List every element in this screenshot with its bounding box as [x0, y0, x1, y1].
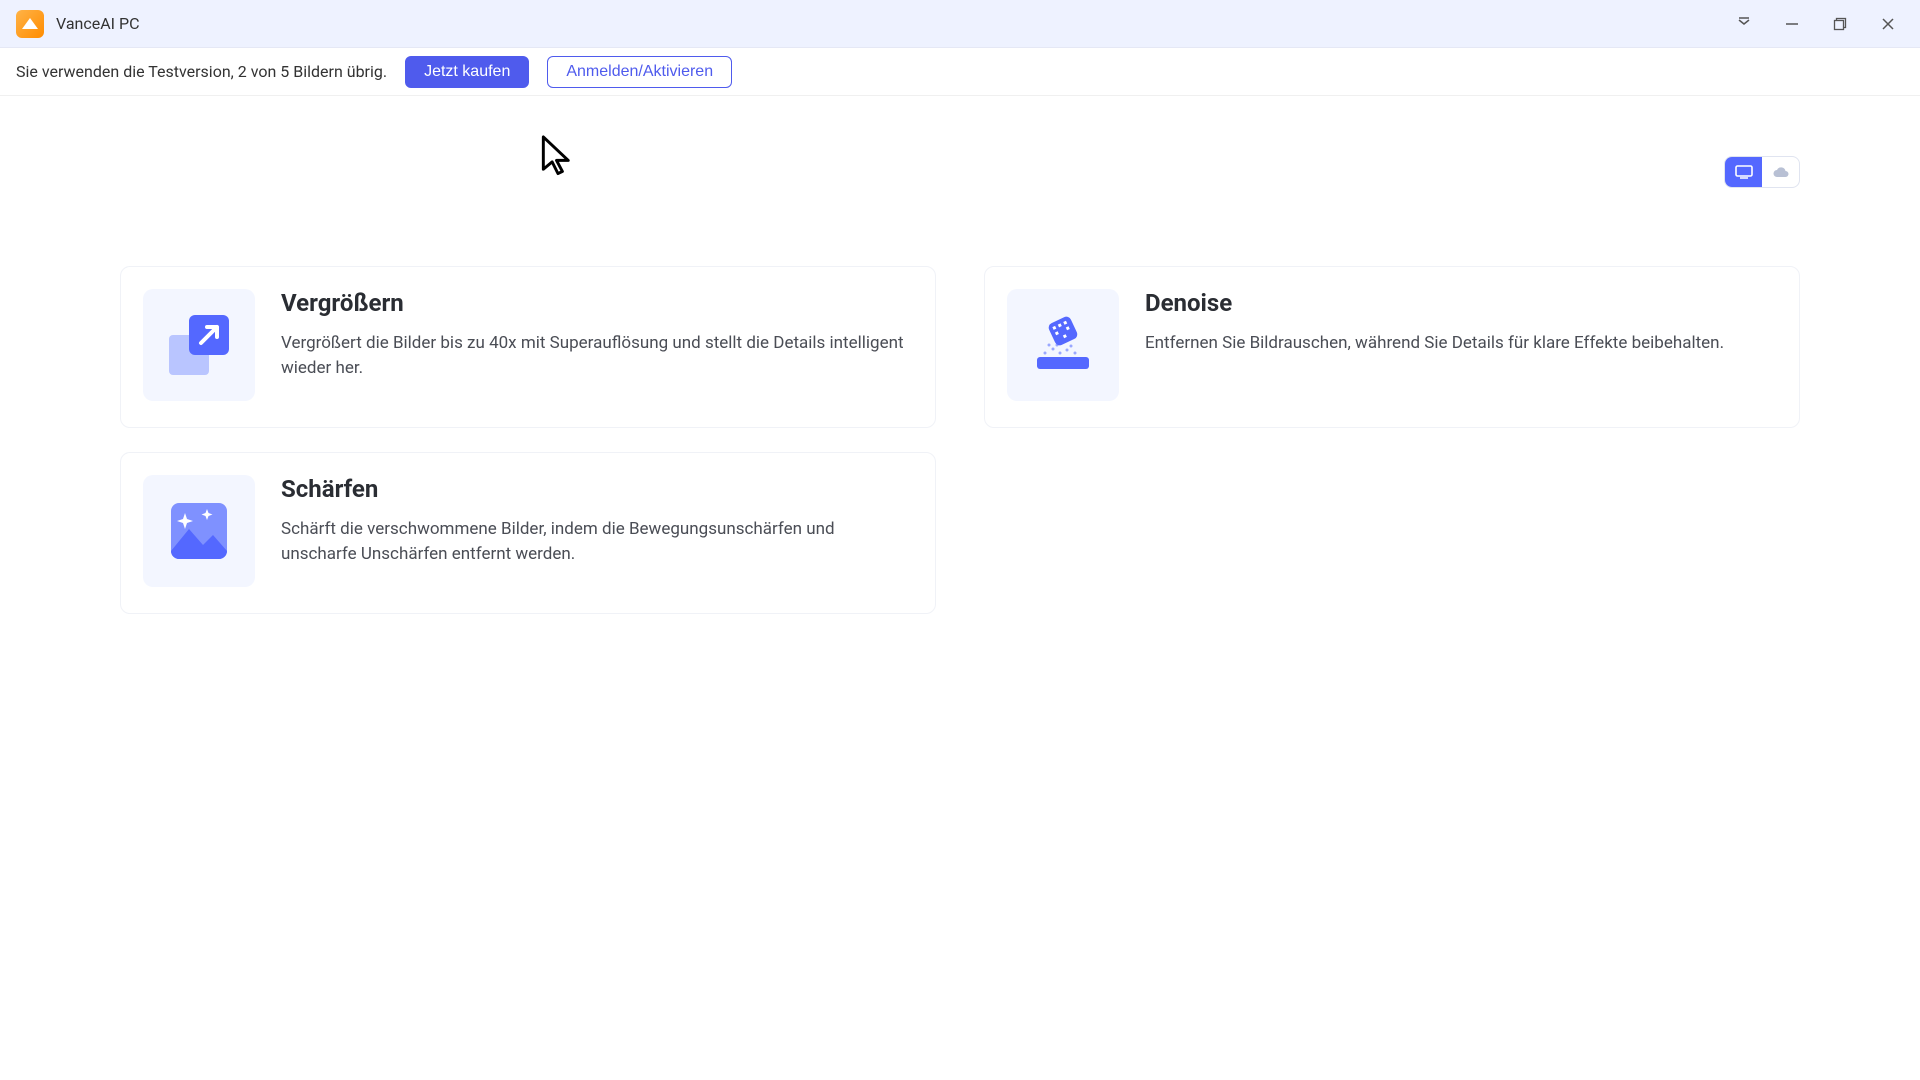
card-body: Schärfen Schärft die verschwommene Bilde…	[281, 475, 907, 587]
card-denoise[interactable]: Denoise Entfernen Sie Bildrauschen, währ…	[984, 266, 1800, 428]
dropdown-menu-button[interactable]	[1720, 0, 1768, 48]
app-logo-icon	[16, 10, 44, 38]
feature-cards: Vergrößern Vergrößert die Bilder bis zu …	[120, 266, 1800, 614]
close-icon	[1881, 17, 1895, 31]
card-sharpen[interactable]: Schärfen Schärft die verschwommene Bilde…	[120, 452, 936, 614]
login-activate-button[interactable]: Anmelden/Aktivieren	[547, 56, 732, 88]
card-description: Schärft die verschwommene Bilder, indem …	[281, 517, 907, 566]
card-body: Denoise Entfernen Sie Bildrauschen, währ…	[1145, 289, 1771, 401]
card-title: Vergrößern	[281, 289, 907, 317]
close-button[interactable]	[1864, 0, 1912, 48]
maximize-icon	[1833, 17, 1847, 31]
card-description: Entfernen Sie Bildrauschen, während Sie …	[1145, 331, 1771, 356]
trial-message: Sie verwenden die Testversion, 2 von 5 B…	[16, 62, 387, 81]
titlebar: VanceAI PC	[0, 0, 1920, 48]
maximize-button[interactable]	[1816, 0, 1864, 48]
card-icon-wrap	[143, 475, 255, 587]
titlebar-left: VanceAI PC	[16, 10, 140, 38]
card-description: Vergrößert die Bilder bis zu 40x mit Sup…	[281, 331, 907, 380]
local-mode-segment[interactable]	[1725, 157, 1762, 187]
card-icon-wrap	[1007, 289, 1119, 401]
monitor-icon	[1735, 165, 1753, 179]
cloud-mode-segment[interactable]	[1762, 157, 1799, 187]
minimize-icon	[1785, 17, 1799, 31]
window-controls	[1720, 0, 1912, 48]
denoise-icon	[1027, 309, 1099, 381]
card-title: Denoise	[1145, 289, 1771, 317]
minimize-button[interactable]	[1768, 0, 1816, 48]
enlarge-icon	[163, 309, 235, 381]
card-body: Vergrößern Vergrößert die Bilder bis zu …	[281, 289, 907, 401]
processing-mode-toggle	[1724, 156, 1800, 188]
cloud-icon	[1772, 166, 1790, 178]
chevron-down-double-icon	[1736, 16, 1752, 32]
cursor-icon	[540, 134, 576, 182]
card-enlarge[interactable]: Vergrößern Vergrößert die Bilder bis zu …	[120, 266, 936, 428]
sharpen-icon	[163, 495, 235, 567]
card-title: Schärfen	[281, 475, 907, 503]
card-icon-wrap	[143, 289, 255, 401]
app-title: VanceAI PC	[56, 14, 140, 33]
main-content: Vergrößern Vergrößert die Bilder bis zu …	[0, 96, 1920, 614]
trial-bar: Sie verwenden die Testversion, 2 von 5 B…	[0, 48, 1920, 96]
buy-now-button[interactable]: Jetzt kaufen	[405, 56, 529, 88]
